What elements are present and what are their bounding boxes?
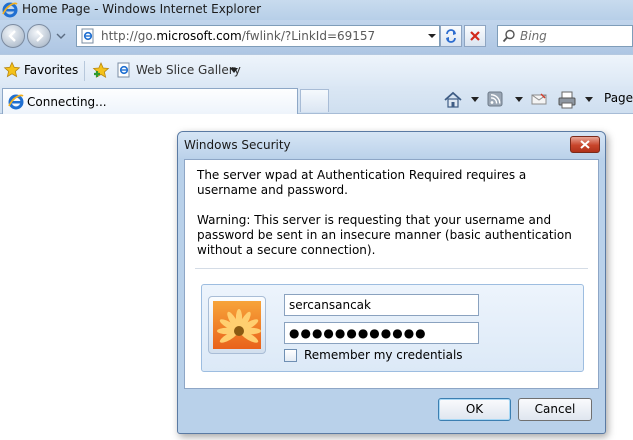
remember-credentials-label[interactable]: Remember my credentials — [304, 348, 463, 362]
close-icon — [580, 140, 590, 149]
address-url: http://go.microsoft.com/fwlink/?LinkId=6… — [101, 29, 376, 43]
tab-connecting[interactable]: Connecting... — [2, 88, 298, 114]
back-arrow-icon — [8, 30, 16, 42]
dialog-divider — [195, 268, 588, 269]
stop-x-icon — [470, 31, 480, 41]
ie-tab-icon — [8, 94, 24, 110]
title-bar: Home Page - Windows Internet Explorer — [0, 0, 633, 20]
dialog-title: Windows Security — [184, 138, 291, 152]
username-field[interactable] — [284, 294, 479, 316]
recent-pages-dropdown-icon[interactable] — [55, 30, 67, 42]
cancel-button[interactable]: Cancel — [518, 398, 592, 421]
page-menu-button[interactable]: Page — [604, 91, 633, 105]
favorites-bar: Favorites Web Slice Gallery — [0, 54, 633, 86]
favorites-label: Favorites — [24, 63, 79, 77]
mail-icon — [531, 93, 547, 105]
forward-button[interactable] — [27, 24, 51, 48]
navigation-bar: http://go.microsoft.com/fwlink/?LinkId=6… — [0, 20, 633, 54]
search-input[interactable] — [520, 28, 628, 44]
web-slice-page-icon — [117, 62, 130, 78]
dialog-body: The server wpad at Authentication Requir… — [184, 159, 599, 389]
address-dropdown-icon[interactable] — [427, 31, 437, 41]
password-field[interactable] — [284, 322, 479, 344]
forward-arrow-icon — [36, 30, 44, 42]
printer-icon — [558, 91, 576, 109]
search-box[interactable] — [497, 25, 633, 47]
refresh-button[interactable] — [440, 25, 462, 47]
web-slice-gallery-label: Web Slice Gallery — [136, 63, 241, 77]
credential-panel: Remember my credentials — [201, 284, 584, 372]
add-to-favorites-bar-icon[interactable] — [91, 61, 111, 81]
rss-feed-icon — [487, 91, 503, 107]
windows-security-dialog: Windows Security The server wpad at Auth… — [177, 131, 606, 434]
address-bar[interactable]: http://go.microsoft.com/fwlink/?LinkId=6… — [76, 25, 440, 47]
remember-credentials-checkbox[interactable] — [284, 349, 297, 362]
browser-window: Home Page - Windows Internet Explorer ht… — [0, 0, 633, 440]
tab-row: Connecting... Page — [0, 86, 633, 114]
window-title: Home Page - Windows Internet Explorer — [22, 2, 262, 16]
favorites-separator — [84, 61, 85, 81]
back-button[interactable] — [1, 24, 25, 48]
chevron-down-icon — [230, 68, 238, 73]
page-icon — [81, 28, 94, 44]
feeds-dropdown-icon[interactable] — [515, 97, 523, 103]
new-tab-button[interactable] — [300, 89, 329, 112]
print-dropdown-icon[interactable] — [585, 97, 593, 103]
tab-label: Connecting... — [27, 95, 107, 109]
user-flower-avatar-icon — [213, 301, 261, 349]
dialog-title-bar[interactable]: Windows Security — [178, 132, 605, 158]
stop-button[interactable] — [464, 25, 486, 47]
ie-logo-icon — [2, 2, 18, 18]
refresh-icon — [446, 29, 456, 43]
favorites-star-icon — [3, 61, 21, 78]
dialog-close-button[interactable] — [570, 136, 600, 153]
server-message: The server wpad at Authentication Requir… — [197, 168, 527, 197]
home-dropdown-icon[interactable] — [471, 97, 479, 103]
home-icon — [444, 91, 462, 108]
search-icon — [502, 29, 515, 43]
ok-button[interactable]: OK — [438, 398, 511, 421]
security-warning: Warning: This server is requesting that … — [197, 213, 572, 257]
user-tile — [208, 296, 266, 354]
